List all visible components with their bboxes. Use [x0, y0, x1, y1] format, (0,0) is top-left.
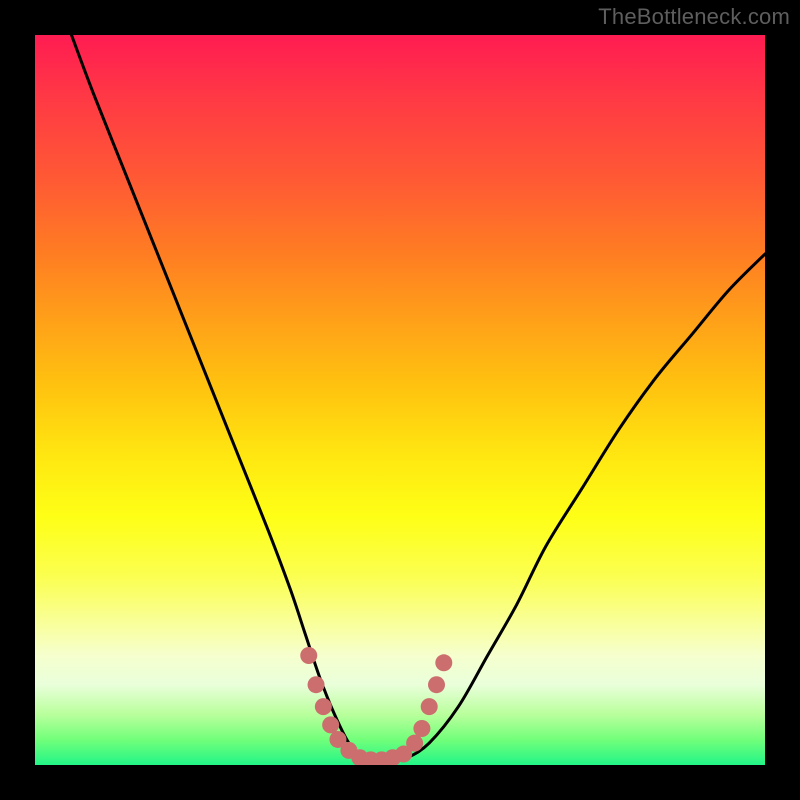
data-marker [406, 735, 423, 752]
data-marker [308, 676, 325, 693]
data-marker [428, 676, 445, 693]
data-marker [421, 698, 438, 715]
curve-line [72, 35, 766, 762]
data-marker [322, 716, 339, 733]
chart-container: TheBottleneck.com [0, 0, 800, 800]
data-marker [435, 654, 452, 671]
data-marker [413, 720, 430, 737]
data-marker [315, 698, 332, 715]
chart-plot [35, 35, 765, 765]
watermark-text: TheBottleneck.com [598, 4, 790, 30]
data-marker [300, 647, 317, 664]
